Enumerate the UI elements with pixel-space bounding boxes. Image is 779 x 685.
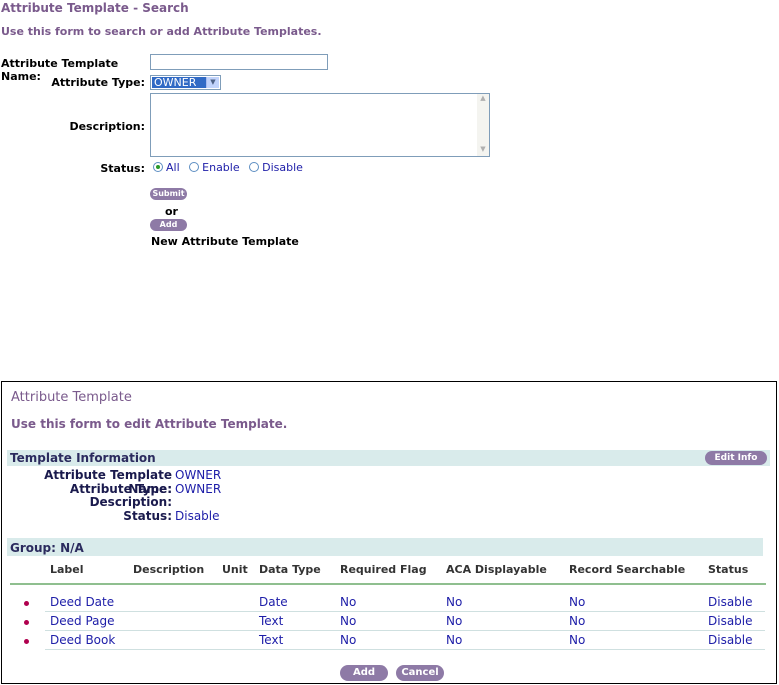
textarea-scrollbar[interactable]: ▲ ▼ <box>477 94 489 156</box>
row-record-searchable: No <box>569 595 586 609</box>
row-status: Disable <box>708 633 753 647</box>
description-textarea[interactable]: ▲ ▼ <box>150 93 490 157</box>
edit-template-panel: Attribute Template Use this form to edit… <box>1 381 777 684</box>
template-name-input[interactable] <box>150 54 328 70</box>
row-aca-displayable: No <box>446 595 463 609</box>
column-header-record-searchable: Record Searchable <box>569 563 686 576</box>
header-divider <box>10 583 766 585</box>
row-data-type: Text <box>259 614 284 628</box>
scroll-down-icon[interactable]: ▼ <box>477 145 489 156</box>
row-label-link[interactable]: Deed Book <box>50 633 115 647</box>
row-label-link[interactable]: Deed Page <box>50 614 115 628</box>
search-page-title: Attribute Template - Search <box>1 1 189 15</box>
column-header-data-type: Data Type <box>259 563 321 576</box>
row-label-link[interactable]: Deed Date <box>50 595 114 609</box>
row-data-type: Date <box>259 595 288 609</box>
radio-icon[interactable] <box>249 162 260 172</box>
info-status-label: Status: <box>123 509 172 523</box>
template-info-heading: Template Information <box>10 451 156 465</box>
row-required-flag: No <box>340 595 357 609</box>
info-description-label: Description: <box>89 495 172 509</box>
column-header-label: Label <box>50 563 84 576</box>
row-status: Disable <box>708 614 753 628</box>
add-button[interactable]: Add <box>340 665 388 681</box>
info-type-label: Attribute Type: <box>69 482 172 496</box>
cancel-button[interactable]: Cancel <box>396 665 444 681</box>
new-template-caption: New Attribute Template <box>151 235 299 248</box>
status-option-disable[interactable]: Disable <box>249 161 303 174</box>
status-option-all[interactable]: All <box>153 161 180 174</box>
group-heading: Group: N/A <box>10 541 84 555</box>
row-required-flag: No <box>340 614 357 628</box>
row-status: Disable <box>708 595 753 609</box>
chevron-down-icon[interactable]: ▼ <box>206 77 219 88</box>
row-aca-displayable: No <box>446 614 463 628</box>
column-header-status: Status <box>708 563 749 576</box>
column-header-description: Description <box>133 563 205 576</box>
edit-info-button[interactable]: Edit Info <box>705 451 767 465</box>
radio-icon[interactable] <box>189 162 200 172</box>
attribute-type-selected-value: OWNER <box>152 77 209 88</box>
add-template-button[interactable]: Add <box>150 219 187 231</box>
row-aca-displayable: No <box>446 633 463 647</box>
bullet-icon <box>24 601 29 606</box>
status-label: Status: <box>100 162 145 175</box>
search-page-subtitle: Use this form to search or add Attribute… <box>1 25 322 38</box>
bullet-icon <box>24 620 29 625</box>
column-header-unit: Unit <box>222 563 248 576</box>
attribute-type-select[interactable]: OWNER ▼ <box>150 75 221 90</box>
edit-page-subtitle: Use this form to edit Attribute Template… <box>11 417 288 431</box>
description-label: Description: <box>69 120 145 133</box>
row-data-type: Text <box>259 633 284 647</box>
row-record-searchable: No <box>569 633 586 647</box>
submit-button[interactable]: Submit <box>150 188 187 200</box>
column-header-required-flag: Required Flag <box>340 563 427 576</box>
info-type-value: OWNER <box>175 482 222 496</box>
or-separator: or <box>165 205 178 218</box>
radio-selected-icon[interactable] <box>153 162 163 172</box>
status-option-enable[interactable]: Enable <box>189 161 240 174</box>
attribute-type-label: Attribute Type: <box>51 76 145 89</box>
row-divider <box>45 611 765 612</box>
info-status-value: Disable <box>175 509 220 523</box>
bullet-icon <box>24 639 29 644</box>
info-name-value: OWNER <box>175 468 222 482</box>
row-divider <box>45 630 765 631</box>
status-radio-group: All Enable Disable <box>153 161 309 174</box>
edit-page-title: Attribute Template <box>11 390 132 405</box>
row-record-searchable: No <box>569 614 586 628</box>
row-required-flag: No <box>340 633 357 647</box>
group-bar <box>7 538 763 556</box>
row-divider <box>45 649 765 650</box>
column-header-aca-displayable: ACA Displayable <box>446 563 547 576</box>
scroll-up-icon[interactable]: ▲ <box>477 94 489 105</box>
